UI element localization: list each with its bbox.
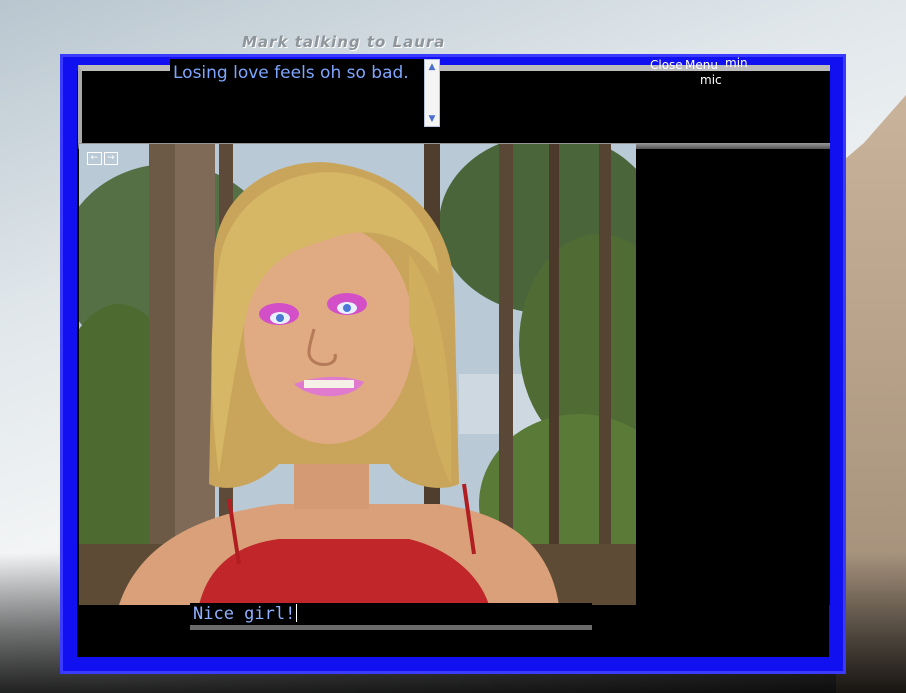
arrow-left-icon[interactable]: ← — [87, 152, 102, 165]
window-controls: Close Menu min mic — [648, 56, 758, 96]
side-panel — [636, 149, 830, 605]
text-caret — [296, 604, 298, 622]
chat-input-underline — [190, 625, 592, 630]
message-display[interactable]: Losing love feels oh so bad. — [170, 59, 424, 127]
window-title: Mark talking to Laura — [242, 33, 446, 51]
chat-input-text: Nice girl! — [193, 604, 298, 624]
arrow-right-icon[interactable]: → — [103, 152, 118, 165]
close-button[interactable]: Close — [650, 58, 683, 72]
mic-button[interactable]: mic — [700, 73, 722, 87]
menu-button[interactable]: Menu — [685, 58, 718, 72]
layout-toggle[interactable]: ← → — [87, 152, 118, 165]
avatar-scene[interactable] — [79, 144, 636, 605]
scroll-up-icon[interactable]: ▲ — [426, 61, 438, 73]
minimize-button[interactable]: min — [725, 56, 748, 70]
message-scrollbar[interactable]: ▲ ▼ — [424, 59, 440, 127]
avatar-scene-image — [79, 144, 636, 605]
message-text: Losing love feels oh so bad. — [173, 63, 409, 83]
scroll-down-icon[interactable]: ▼ — [426, 113, 438, 125]
